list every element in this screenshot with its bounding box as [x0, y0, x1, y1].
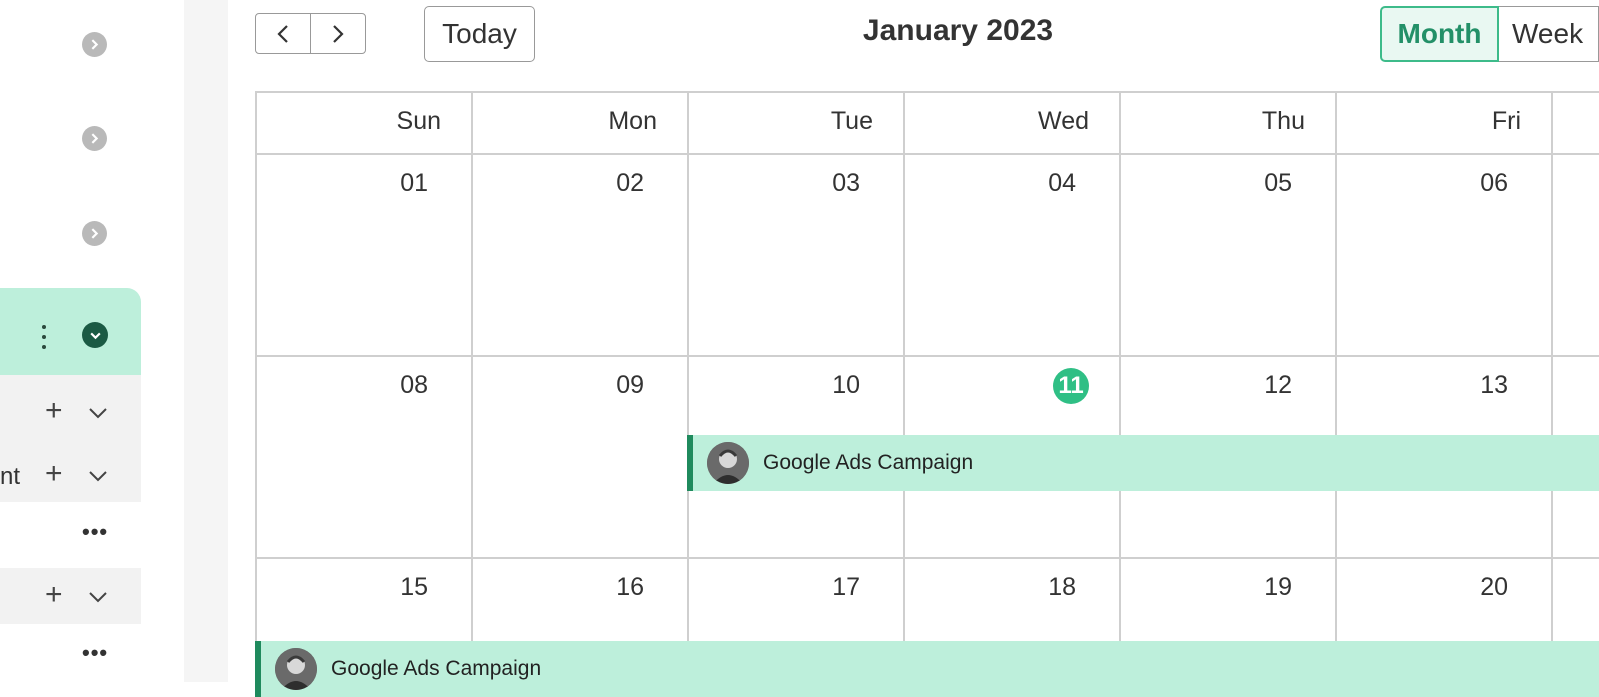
more-options-icon[interactable]: •••	[82, 642, 108, 664]
day-number[interactable]: 06	[1308, 169, 1508, 198]
chevron-down-icon[interactable]	[88, 470, 108, 482]
weekday-header: Mon	[608, 107, 657, 135]
sidebar-subgroup	[0, 375, 141, 502]
event-bar[interactable]: Google Ads Campaign	[255, 641, 1599, 697]
day-number[interactable]: 18	[876, 573, 1076, 602]
day-number[interactable]: 19	[1092, 573, 1292, 602]
more-options-icon[interactable]: •••	[82, 521, 108, 543]
grid-line	[255, 91, 1599, 93]
event-title: Google Ads Campaign	[331, 657, 542, 680]
weekday-header: Sun	[396, 107, 441, 135]
view-switcher: Month Week	[1380, 6, 1599, 62]
week-view-button[interactable]: Week	[1499, 6, 1599, 62]
chevron-right-icon	[333, 24, 344, 43]
expand-item-1-button[interactable]	[82, 32, 107, 57]
add-item-button-1[interactable]: +	[45, 396, 63, 426]
day-number[interactable]: 08	[228, 371, 428, 400]
day-number[interactable]: 05	[1092, 169, 1292, 198]
kebab-menu-icon[interactable]	[39, 325, 49, 349]
grid-line	[1551, 91, 1553, 691]
event-title: Google Ads Campaign	[763, 451, 974, 474]
sidebar-row[interactable]	[0, 568, 141, 624]
chevron-down-icon	[89, 332, 101, 339]
weekday-header: Wed	[1038, 107, 1089, 135]
sidebar: + nt + ••• + •••	[0, 0, 141, 682]
collapse-active-item-button[interactable]	[82, 322, 108, 348]
day-number[interactable]: 02	[444, 169, 644, 198]
avatar	[275, 648, 317, 690]
add-item-button-2[interactable]: +	[45, 459, 63, 489]
avatar	[707, 442, 749, 484]
month-view-button[interactable]: Month	[1380, 6, 1499, 62]
event-bar[interactable]: Google Ads Campaign	[687, 435, 1599, 491]
weekday-header: Thu	[1261, 107, 1305, 135]
weekday-header: Fri	[1491, 107, 1521, 135]
day-number[interactable]: 20	[1308, 573, 1508, 602]
today-date-badge[interactable]: 11	[1053, 368, 1089, 404]
weekday-header: Tue	[830, 107, 873, 135]
day-number[interactable]: 16	[444, 573, 644, 602]
calendar-title: January 2023	[862, 14, 1054, 47]
next-month-button[interactable]	[310, 14, 365, 53]
day-number[interactable]: 09	[444, 371, 644, 400]
grid-line	[255, 557, 1599, 559]
today-button[interactable]: Today	[424, 6, 535, 62]
sidebar-gutter	[184, 0, 228, 682]
grid-line	[255, 355, 1599, 357]
day-number[interactable]: 03	[660, 169, 860, 198]
day-number[interactable]: 10	[660, 371, 860, 400]
month-grid: Sun Mon Tue Wed Thu Fri 01 02 03 04 05 06 08 09 10 11 12…	[255, 91, 1599, 697]
day-number[interactable]: 12	[1092, 371, 1292, 400]
grid-line	[255, 153, 1599, 155]
chevron-right-icon	[91, 228, 99, 239]
chevron-right-icon	[91, 39, 99, 50]
calendar-nav-group	[255, 13, 366, 54]
sidebar-row-label: nt	[0, 463, 21, 490]
chevron-left-icon	[277, 24, 288, 43]
expand-item-2-button[interactable]	[82, 126, 107, 151]
expand-item-3-button[interactable]	[82, 221, 107, 246]
prev-month-button[interactable]	[256, 14, 310, 53]
day-number[interactable]: 04	[876, 169, 1076, 198]
chevron-down-icon[interactable]	[88, 591, 108, 603]
day-number[interactable]: 01	[228, 169, 428, 198]
sidebar-active-item[interactable]	[0, 288, 141, 375]
chevron-right-icon	[91, 133, 99, 144]
day-number[interactable]: 17	[660, 573, 860, 602]
day-number[interactable]: 15	[228, 573, 428, 602]
add-item-button-3[interactable]: +	[45, 580, 63, 610]
day-number[interactable]: 13	[1308, 371, 1508, 400]
chevron-down-icon[interactable]	[88, 407, 108, 419]
